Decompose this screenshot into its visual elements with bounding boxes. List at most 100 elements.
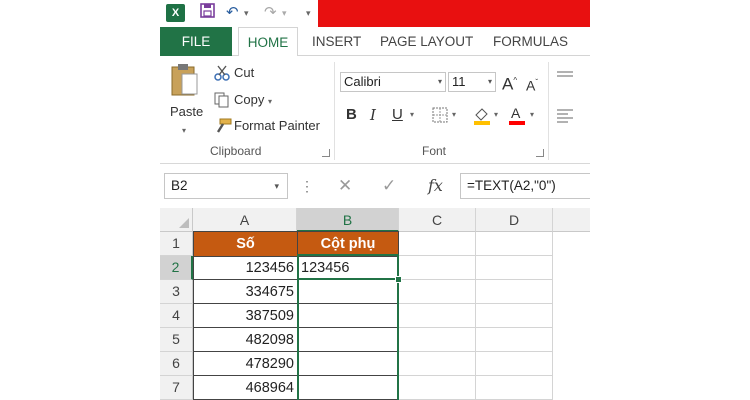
tab-page-layout[interactable]: PAGE LAYOUT [380,27,473,56]
insert-function-icon[interactable]: fx [428,173,443,199]
cell-a3[interactable]: 334675 [193,280,298,304]
cell-c5[interactable] [399,328,476,352]
cell-a6[interactable]: 478290 [193,352,298,376]
cell-d2[interactable] [476,256,553,280]
excel-window: X ↶ ▾ ↷ ▾ ▾ FILE HOME INSERT PAGE LAYOUT… [160,0,590,400]
format-painter-button[interactable]: Format Painter [234,117,320,135]
formula-bar: B2 ▾ ⋮ ✕ ✓ fx =TEXT(A2,"0") [160,164,590,208]
cell-d4[interactable] [476,304,553,328]
svg-text:A: A [511,105,521,121]
group-divider [334,62,335,160]
bold-button[interactable]: B [346,104,357,126]
column-header-a[interactable]: A [193,208,297,232]
row-header[interactable]: 1 [160,232,193,256]
undo-icon[interactable]: ↶ [226,3,239,23]
cell-d1[interactable] [476,232,553,256]
save-icon[interactable] [200,3,215,23]
row-header[interactable]: 7 [160,376,193,400]
row-header[interactable]: 6 [160,352,193,376]
formula-input[interactable]: =TEXT(A2,"0") [460,173,590,199]
font-group-label: Font [422,144,447,158]
tab-insert[interactable]: INSERT [312,27,361,56]
cell-d6[interactable] [476,352,553,376]
cell-b7[interactable] [297,376,399,400]
fill-color-icon[interactable] [472,105,492,130]
cell-c1[interactable] [399,232,476,256]
cut-icon[interactable] [214,65,230,86]
borders-icon[interactable] [432,107,448,128]
cell-c2[interactable] [399,256,476,280]
worksheet-grid[interactable]: A B C D E 1 2 3 4 5 6 7 Số Cột phụ 12345… [160,208,590,400]
cut-button[interactable]: Cut [234,64,254,82]
column-header-c[interactable]: C [399,208,476,232]
cell-b1[interactable]: Cột phụ [297,231,399,257]
name-box[interactable]: B2 ▾ [164,173,288,199]
underline-button[interactable]: U [392,104,403,126]
row-header[interactable]: 4 [160,304,193,328]
tab-home[interactable]: HOME [238,27,298,57]
column-e-cells[interactable] [553,232,590,400]
underline-dropdown-icon[interactable]: ▾ [410,104,414,126]
redo-dropdown-icon[interactable]: ▾ [282,5,287,21]
cell-b6[interactable] [297,352,399,376]
cell-d7[interactable] [476,376,553,400]
ribbon-tabs: FILE HOME INSERT PAGE LAYOUT FORMULAS [160,27,590,57]
borders-dropdown-icon[interactable]: ▾ [452,104,456,126]
shrink-font-button[interactable]: Aˇ [526,74,538,95]
column-header-b[interactable]: B [297,208,399,232]
font-name-combo[interactable]: Calibri ▾ [340,72,446,92]
cell-d3[interactable] [476,280,553,304]
paste-button[interactable]: Paste [170,103,203,121]
cell-b2[interactable]: 123456 [297,256,399,280]
tab-formulas[interactable]: FORMULAS [493,27,568,56]
row-header[interactable]: 3 [160,280,193,304]
cell-c3[interactable] [399,280,476,304]
column-header-d[interactable]: D [476,208,553,232]
undo-dropdown-icon[interactable]: ▾ [244,5,249,21]
redo-icon[interactable]: ↷ [264,3,277,23]
cell-b4[interactable] [297,304,399,328]
italic-button[interactable]: I [370,104,376,126]
select-all-corner[interactable] [160,208,193,232]
customize-qat-icon[interactable]: ▾ [306,5,311,21]
copy-icon[interactable] [214,92,230,113]
column-header-e[interactable]: E [553,208,590,232]
cell-b3[interactable] [297,280,399,304]
ribbon-home: Paste ▾ Cut Copy ▾ Format Painter Clipbo… [160,56,590,164]
excel-icon: X [166,4,185,22]
align-top-icon[interactable] [556,70,574,89]
fill-color-dropdown-icon[interactable]: ▾ [494,104,498,126]
paste-dropdown-icon[interactable]: ▾ [182,122,186,140]
font-color-dropdown-icon[interactable]: ▾ [530,104,534,126]
group-divider [548,62,549,160]
cell-c6[interactable] [399,352,476,376]
title-highlight [318,0,590,27]
title-bar: X ↶ ▾ ↷ ▾ ▾ [160,0,590,27]
cell-a5[interactable]: 482098 [193,328,298,352]
grow-font-button[interactable]: A^ [502,72,517,94]
cell-d5[interactable] [476,328,553,352]
fill-handle[interactable] [395,276,402,283]
cell-b5[interactable] [297,328,399,352]
cell-a7[interactable]: 468964 [193,376,298,400]
clipboard-launcher-icon[interactable] [322,149,330,157]
row-header[interactable]: 2 [160,256,193,280]
format-painter-icon[interactable] [214,118,232,139]
font-size-combo[interactable]: 11 ▾ [448,72,496,92]
cancel-icon[interactable]: ✕ [338,173,352,199]
cell-a4[interactable]: 387509 [193,304,298,328]
clipboard-group-label: Clipboard [210,144,262,158]
align-left-icon[interactable] [556,108,574,129]
copy-button[interactable]: Copy ▾ [234,91,272,111]
tab-file[interactable]: FILE [160,27,232,56]
row-header[interactable]: 5 [160,328,193,352]
cell-a1[interactable]: Số [193,231,298,257]
font-color-icon[interactable]: A [508,105,526,130]
cell-c7[interactable] [399,376,476,400]
cell-c4[interactable] [399,304,476,328]
font-launcher-icon[interactable] [536,149,544,157]
formula-bar-grip-icon: ⋮ [300,178,314,194]
paste-icon[interactable] [170,62,200,103]
cell-a2[interactable]: 123456 [193,256,298,280]
enter-icon[interactable]: ✓ [382,173,396,199]
